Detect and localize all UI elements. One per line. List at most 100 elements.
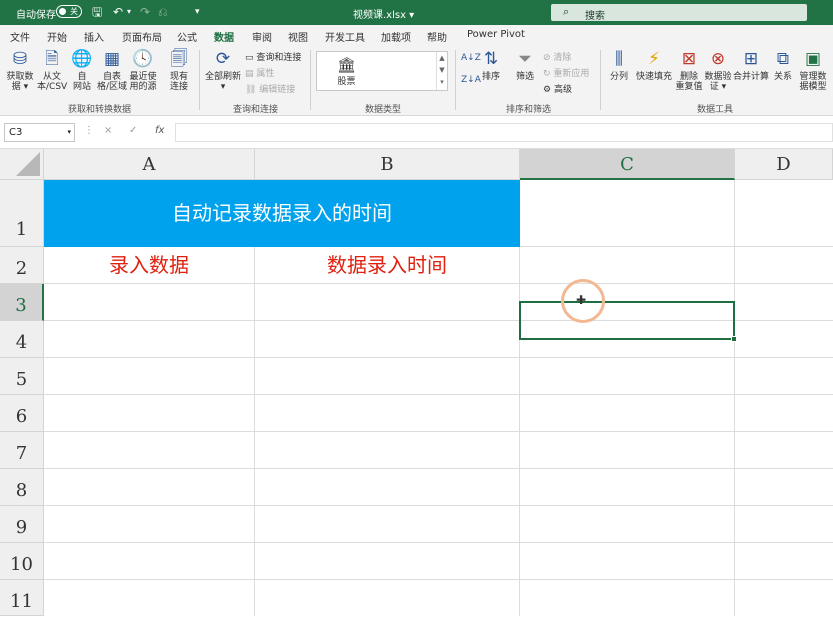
tab-help[interactable]: 帮助	[427, 29, 447, 44]
properties-button[interactable]: ▤ 属性	[245, 66, 274, 79]
web-icon: 🌐	[71, 49, 93, 69]
tab-review[interactable]: 审阅	[252, 29, 272, 44]
group-separator	[600, 50, 601, 110]
refresh-all-button[interactable]: ⟳ 全部刷新 ▾	[203, 48, 243, 92]
gallery-scroll[interactable]: ▲ ▼ ▾	[436, 52, 447, 90]
group-data-tools-label: 数据工具	[697, 105, 734, 115]
data-validation-button[interactable]: ⊗ 数据验 证 ▾	[703, 48, 733, 92]
clear-filter-button[interactable]: ⊘ 清除	[543, 50, 571, 63]
edit-links-button[interactable]: ⛓ 编辑链接	[245, 82, 295, 95]
name-box-dropdown-icon[interactable]: ▾	[67, 128, 71, 136]
row-header-5[interactable]: 5	[0, 358, 44, 395]
grid-line	[44, 394, 833, 395]
row-header-2[interactable]: 2	[0, 247, 44, 284]
column-header-c[interactable]: C	[520, 149, 735, 180]
redo-icon[interactable]: ↷	[140, 4, 150, 20]
reapply-button[interactable]: ↻ 重新应用	[543, 66, 589, 79]
selected-cell-c3[interactable]	[519, 301, 737, 342]
text-to-columns-button[interactable]: ⫼ 分列	[606, 48, 632, 82]
undo-icon[interactable]: ↶	[113, 4, 123, 20]
row-header-6[interactable]: 6	[0, 395, 44, 432]
autosave-toggle[interactable]: 关	[56, 5, 82, 18]
cancel-icon[interactable]: ×	[104, 125, 112, 136]
row-header-10[interactable]: 10	[0, 543, 44, 580]
tab-developer[interactable]: 开发工具	[325, 29, 365, 44]
filter-button[interactable]: ⏷ 筛选	[512, 48, 538, 82]
tab-view[interactable]: 视图	[288, 29, 308, 44]
row-header-3[interactable]: 3	[0, 284, 44, 321]
document-title[interactable]: 视频课.xlsx ▾	[353, 6, 414, 21]
grid-line	[44, 468, 833, 469]
group-sort-filter-label: 排序和筛选	[506, 105, 552, 115]
recent-icon: 🕓	[132, 49, 154, 69]
tab-formulas[interactable]: 公式	[177, 29, 197, 44]
row-header-11[interactable]: 11	[0, 580, 44, 616]
refresh-icon: ⟳	[215, 49, 231, 69]
advanced-filter-button[interactable]: ⚙ 高级	[543, 82, 572, 95]
bank-icon: 🏛	[337, 56, 357, 74]
row-header-4[interactable]: 4	[0, 321, 44, 358]
validation-icon: ⊗	[710, 49, 726, 69]
grid-line	[520, 246, 833, 247]
queries-connections-button[interactable]: ▭ 查询和连接	[245, 50, 301, 63]
row-header-9[interactable]: 9	[0, 506, 44, 543]
data-type-gallery[interactable]: 🏛 股票 ▲ ▼ ▾	[316, 51, 448, 91]
tab-addins[interactable]: 加载项	[381, 29, 411, 44]
recent-sources-button[interactable]: 🕓 最近使 用的源	[128, 48, 158, 92]
group-data-types-label: 数据类型	[365, 105, 402, 115]
search-box[interactable]: ⌕ 搜索	[551, 4, 807, 22]
existing-connections-button[interactable]: 🗐 现有 连接	[164, 48, 194, 92]
insert-function-icon[interactable]: fx	[155, 125, 164, 136]
connection-icon: 🗐	[170, 49, 188, 69]
select-all-button[interactable]	[0, 149, 44, 180]
data-model-button[interactable]: ▣ 管理数 据模型	[797, 48, 829, 92]
remove-duplicates-button[interactable]: ⊠ 删除 重复值	[674, 48, 704, 92]
cell-a1-title[interactable]: 自动记录数据录入的时间	[44, 180, 520, 247]
fill-handle[interactable]	[731, 336, 737, 342]
flash-icon: ⚡	[648, 49, 660, 69]
select-all-triangle	[16, 152, 40, 176]
tab-file[interactable]: 文件	[10, 29, 30, 44]
more-dots-icon: ⋮	[84, 125, 94, 136]
save-icon[interactable]: 🖫	[92, 4, 102, 20]
undo-dropdown-icon[interactable]: ▾	[127, 4, 131, 20]
relationships-button[interactable]: ⧉ 关系	[770, 48, 796, 82]
consolidate-button[interactable]: ⊞ 合并计算	[733, 48, 769, 82]
enter-icon[interactable]: ✓	[129, 125, 137, 136]
row-header-8[interactable]: 8	[0, 469, 44, 506]
cell-cursor-icon: ✚	[576, 293, 587, 307]
group-queries-label: 查询和连接	[233, 105, 279, 115]
quick-access-dropdown-icon[interactable]: ▾	[195, 4, 200, 20]
database-icon: ⛁	[12, 49, 28, 69]
column-header-a[interactable]: A	[44, 149, 255, 180]
format-painter-icon[interactable]: ⎌	[158, 4, 168, 20]
formula-bar: C3 ▾ ⋮ × ✓ fx	[0, 116, 833, 149]
refresh-dropdown-icon: ▾	[220, 82, 226, 92]
from-text-csv-button[interactable]: 🗎 从文 本/CSV	[37, 48, 67, 92]
tab-home[interactable]: 开始	[47, 29, 67, 44]
cell-b2-header[interactable]: 数据录入时间	[255, 247, 519, 284]
column-header-b[interactable]: B	[255, 149, 520, 180]
from-table-button[interactable]: ▦ 自表 格/区域	[97, 48, 127, 92]
row-header-7[interactable]: 7	[0, 432, 44, 469]
search-icon: ⌕	[563, 5, 570, 18]
sort-button[interactable]: ⇅ 排序	[478, 48, 504, 82]
grid-line	[44, 357, 833, 358]
name-box[interactable]: C3 ▾	[4, 123, 75, 142]
get-data-button[interactable]: ⛁ 获取数 据 ▾	[4, 48, 36, 92]
autosave-state: 关	[70, 7, 78, 16]
consolidate-icon: ⊞	[743, 49, 759, 69]
cell-a2-header[interactable]: 录入数据	[44, 247, 254, 284]
group-separator	[455, 50, 456, 110]
column-header-d[interactable]: D	[735, 149, 833, 180]
stock-button[interactable]: 🏛 股票	[337, 56, 356, 87]
tab-insert[interactable]: 插入	[84, 29, 104, 44]
flash-fill-button[interactable]: ⚡ 快速填充	[634, 48, 674, 82]
from-web-button[interactable]: 🌐 自 网站	[68, 48, 96, 92]
relationships-icon: ⧉	[776, 49, 790, 69]
row-header-1[interactable]: 1	[0, 180, 44, 247]
formula-input[interactable]	[175, 123, 833, 142]
tab-power-pivot[interactable]: Power Pivot	[467, 29, 525, 40]
menu-bar: 文件 开始 插入 页面布局 公式 数据 审阅 视图 开发工具 加载项 帮助 Po…	[0, 25, 833, 48]
tab-page-layout[interactable]: 页面布局	[122, 29, 162, 44]
